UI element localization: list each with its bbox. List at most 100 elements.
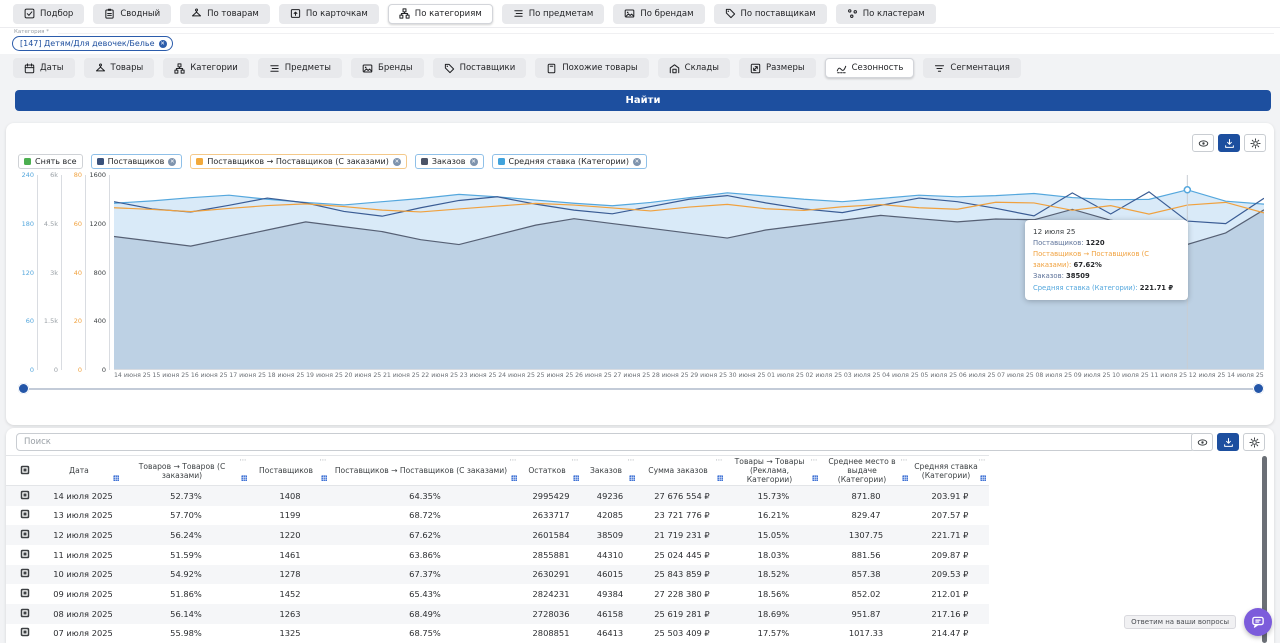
column-header-ostatkov[interactable]: Остатков ⋯ (520, 454, 582, 487)
row-checkbox[interactable] (6, 565, 44, 585)
table-cell-srednyaya-stavka: 203.91 ₽ (931, 490, 969, 501)
top-tab-po-kategoriyam[interactable]: По категориям (387, 3, 493, 24)
column-menu-icon[interactable]: ⋯ (716, 456, 724, 464)
x-axis-label: 01 июля 25 (767, 372, 804, 379)
column-filter-icon[interactable] (811, 474, 819, 483)
legend-chip-2[interactable]: Поставщиков → Поставщиков (С заказами) ✕ (190, 154, 407, 169)
slider-handle-right[interactable] (1253, 383, 1264, 394)
row-checkbox[interactable] (6, 604, 44, 624)
top-tab-po-tovaram[interactable]: По товарам (180, 3, 270, 24)
column-filter-icon[interactable] (240, 474, 248, 483)
filter-button-daty[interactable]: Даты (13, 58, 75, 78)
legend-remove-icon[interactable]: ✕ (632, 157, 641, 166)
legend-chip-4[interactable]: Средняя ставка (Категории) ✕ (491, 154, 647, 169)
column-menu-icon[interactable]: ⋯ (510, 456, 518, 464)
top-tab-po-brendam[interactable]: По брендам (613, 3, 705, 24)
column-header-srednyaya-stavka[interactable]: Средняя ставка (Категории) ⋯ (911, 454, 989, 487)
top-tab-po-klasteram[interactable]: По кластерам (835, 3, 936, 24)
search-input[interactable] (16, 433, 1195, 451)
column-header-summa-zakazov[interactable]: Сумма заказов ⋯ (638, 454, 726, 487)
slider-track[interactable] (23, 388, 1259, 390)
filter-button-kategorii[interactable]: Категории (163, 58, 249, 78)
chart-legend: Снять все Поставщиков ✕ Поставщиков → Поста… (18, 154, 647, 169)
find-button[interactable]: Найти (15, 90, 1271, 111)
column-header-select[interactable] (6, 454, 44, 487)
row-checkbox[interactable] (6, 624, 44, 643)
table-gear-button[interactable] (1243, 433, 1265, 451)
table-cell-postavshchikov-conv: 68.49% (409, 608, 441, 619)
legend-remove-icon[interactable]: ✕ (392, 157, 401, 166)
chart-download-button[interactable] (1218, 134, 1240, 152)
table-eye-button[interactable] (1191, 433, 1213, 451)
column-filter-icon[interactable] (901, 474, 909, 483)
table-row-5: 09 июля 2025 51.86% 1452 65.43% 2824231 49384… (6, 584, 989, 604)
category-chip[interactable]: [147] Детям/Для девочек/Белье ✕ (12, 36, 173, 51)
top-tab-po-kartochkam[interactable]: По карточкам (278, 3, 379, 24)
chart-gear-button[interactable] (1244, 134, 1266, 152)
legend-remove-icon[interactable]: ✕ (469, 157, 478, 166)
column-header-tovary-reklama[interactable]: Товары → Товары (Реклама, Категории) ⋯ (726, 454, 821, 487)
legend-chip-1[interactable]: Поставщиков ✕ (90, 154, 183, 169)
filter-button-tovary[interactable]: Товары (83, 58, 155, 78)
column-filter-icon[interactable] (716, 474, 724, 483)
x-axis-label: 06 июля 25 (958, 372, 996, 379)
filter-button-razmery[interactable]: Размеры (738, 58, 816, 78)
column-header-date[interactable]: Дата (44, 454, 122, 487)
filter-button-label: Поставщики (459, 63, 516, 73)
checkbox-icon (20, 509, 30, 519)
legend-remove-icon[interactable]: ✕ (168, 157, 177, 166)
table-cell-zakazov: 46015 (596, 569, 624, 580)
column-menu-icon[interactable]: ⋯ (628, 456, 636, 464)
filter-button-postavshchiki[interactable]: Поставщики (432, 58, 527, 78)
legend-chip-3[interactable]: Заказов ✕ (414, 154, 484, 169)
column-filter-icon[interactable] (112, 474, 120, 483)
checkbox-icon (20, 627, 30, 637)
top-tab-svodnyj[interactable]: Сводный (93, 3, 172, 24)
filter-button-sezonnost[interactable]: Сезонность (824, 58, 915, 78)
x-axis-label: 19 июня 25 (306, 372, 343, 379)
row-checkbox[interactable] (6, 584, 44, 604)
column-menu-icon[interactable]: ⋯ (979, 456, 987, 464)
row-checkbox[interactable] (6, 525, 44, 545)
column-filter-icon[interactable] (628, 474, 636, 483)
column-header-tovarov-conv[interactable]: Товаров → Товаров (С заказами) ⋯ (122, 454, 250, 487)
y-axis-tick: 0 (53, 366, 58, 374)
x-axis-label: 21 июня 25 (382, 372, 420, 379)
filter-button-segmentaciya[interactable]: Сегментация (923, 58, 1021, 78)
column-menu-icon[interactable]: ⋯ (901, 456, 909, 464)
chart-eye-button[interactable] (1192, 134, 1214, 152)
top-tab-po-predmetam[interactable]: По предметам (501, 3, 605, 24)
column-menu-icon[interactable]: ⋯ (240, 456, 248, 464)
table-cell-summa-zakazov: 25 503 409 ₽ (654, 628, 710, 639)
column-filter-icon[interactable] (979, 474, 987, 483)
x-axis-label: 05 июля 25 (920, 372, 958, 379)
filter-button-predmety[interactable]: Предметы (257, 58, 342, 78)
top-tab-po-postavshchikam[interactable]: По поставщикам (713, 3, 827, 24)
column-header-postavshchikov[interactable]: Поставщиков ⋯ (250, 454, 330, 487)
column-menu-icon[interactable]: ⋯ (572, 456, 580, 464)
filter-button-brendy[interactable]: Бренды (350, 58, 424, 78)
chat-button[interactable] (1244, 608, 1272, 636)
column-menu-icon[interactable]: ⋯ (320, 456, 328, 464)
column-filter-icon[interactable] (572, 474, 580, 483)
table-cell-tovarov-conv: 52.73% (170, 490, 202, 501)
column-filter-icon[interactable] (320, 474, 328, 483)
table-cell-zakazov: 46158 (596, 608, 624, 619)
row-checkbox[interactable] (6, 506, 44, 526)
slider-handle-left[interactable] (18, 383, 29, 394)
filter-button-sklady[interactable]: Склады (657, 58, 730, 78)
category-chip-close-icon[interactable]: ✕ (158, 39, 167, 48)
column-filter-icon[interactable] (510, 474, 518, 483)
top-tab-podbor[interactable]: Подбор (13, 3, 85, 24)
column-header-srednee-mesto[interactable]: Среднее место в выдаче (Категории) ⋯ (821, 454, 911, 487)
row-checkbox[interactable] (6, 486, 44, 506)
legend-chip-0[interactable]: Снять все (18, 154, 83, 169)
row-checkbox[interactable] (6, 545, 44, 565)
column-header-postavshchikov-conv[interactable]: Поставщиков → Поставщиков (С заказами) ⋯ (330, 454, 520, 487)
y-axis-3: 1600 1200 800 400 0 (89, 171, 110, 374)
table-download-button[interactable] (1217, 433, 1239, 451)
image-icon (624, 8, 635, 19)
column-menu-icon[interactable]: ⋯ (811, 456, 819, 464)
filter-button-pohozhie-tovary[interactable]: Похожие товары (535, 58, 649, 78)
column-header-zakazov[interactable]: Заказов ⋯ (582, 454, 638, 487)
